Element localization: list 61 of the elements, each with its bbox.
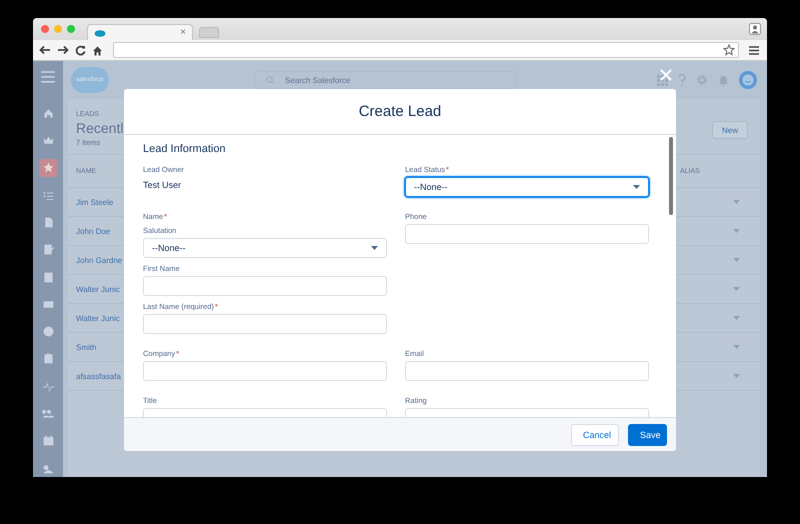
cancel-button[interactable]: Cancel [571, 424, 619, 446]
menu-icon[interactable] [749, 46, 759, 54]
nav-icon [42, 325, 54, 338]
input-field[interactable] [143, 361, 387, 381]
select-field[interactable]: --None-- [143, 238, 387, 258]
nav-icon [42, 407, 54, 420]
input-field[interactable] [405, 224, 649, 244]
nav-rail-item[interactable] [39, 158, 57, 177]
input-field[interactable] [405, 361, 649, 381]
record-link[interactable]: John Doe [76, 226, 126, 236]
nav-icon [42, 352, 54, 366]
nav-icon [42, 243, 54, 256]
back-arrow-icon[interactable] [39, 45, 51, 55]
record-link[interactable]: John Gardne [76, 256, 126, 264]
record-link[interactable]: Walter Junic [76, 314, 126, 322]
record-link[interactable]: afsassfasafa [76, 372, 126, 380]
caret-icon [633, 185, 640, 189]
save-button[interactable]: Save [628, 424, 667, 446]
caret-icon [732, 258, 740, 262]
settings-icon[interactable] [696, 74, 708, 86]
home-icon[interactable] [92, 44, 103, 56]
nav-icon [42, 106, 54, 120]
new-button[interactable]: New [712, 121, 748, 139]
list-title: Recentl [76, 121, 124, 135]
close-icon[interactable] [660, 69, 672, 81]
cloud-icon [94, 28, 106, 36]
browser-tab[interactable]: × [87, 24, 193, 40]
app-grid-icon[interactable] [657, 74, 668, 86]
reload-icon[interactable] [75, 44, 86, 56]
maximize-window-icon[interactable] [67, 25, 75, 33]
section-heading: Lead Information [143, 143, 227, 155]
star-icon[interactable] [723, 44, 735, 56]
input-field[interactable] [143, 276, 387, 296]
avatar-icon[interactable] [739, 71, 757, 89]
forward-arrow-icon[interactable] [57, 45, 69, 55]
caret-icon [732, 316, 740, 320]
caret-icon [371, 246, 378, 250]
caret-icon [732, 229, 740, 233]
search-field[interactable]: Search Salesforce [255, 71, 517, 89]
record-link[interactable]: Smith [76, 342, 126, 352]
record-link[interactable]: Walter Junic [76, 284, 126, 294]
modal-title: Create Lead [358, 103, 442, 120]
nav-icon [42, 270, 54, 284]
field-value: Test User [143, 180, 182, 190]
tab-close-button[interactable]: × [180, 28, 186, 38]
scrollbar-thumb[interactable] [669, 137, 673, 215]
record-link[interactable]: Jim Steele [76, 198, 126, 206]
caret-icon [732, 374, 740, 378]
nav-icon [42, 434, 54, 448]
caret-icon [732, 200, 740, 204]
select-field[interactable]: --None-- [405, 177, 649, 197]
bell-icon[interactable] [718, 74, 729, 86]
minimize-window-icon[interactable] [54, 25, 62, 33]
nav-icon [42, 161, 54, 174]
help-icon[interactable] [678, 74, 686, 86]
new-tab-button[interactable] [199, 27, 219, 38]
caret-icon [732, 345, 740, 349]
input-field[interactable] [143, 314, 387, 334]
caret-icon [732, 287, 740, 291]
close-window-icon[interactable] [41, 25, 49, 33]
user-icon[interactable] [749, 23, 761, 35]
